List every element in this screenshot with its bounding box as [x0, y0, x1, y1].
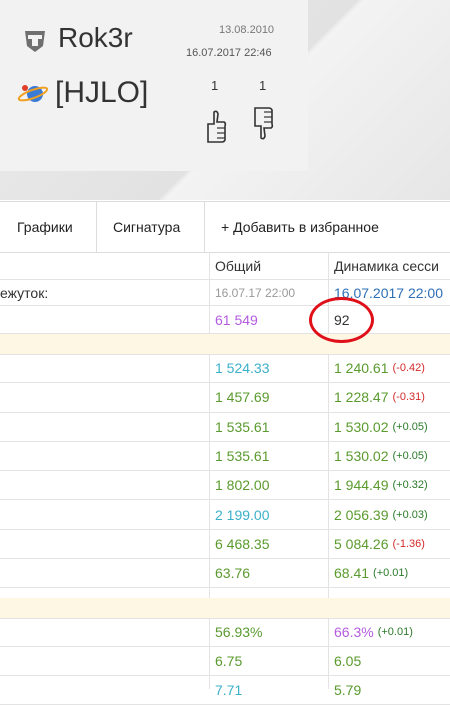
- table-row: 1 457.69 1 228.47 (-0.31): [0, 383, 450, 413]
- period-row: ежуток: 16.07.17 22:00 16.07.2017 22:00: [0, 280, 450, 306]
- cell-session: 1 228.47 (-0.31): [334, 383, 425, 411]
- table-row: 56.93% 66.3% (+0.01): [0, 618, 450, 647]
- cell-total: 63.76: [215, 565, 251, 582]
- section-divider-row: [0, 598, 450, 619]
- table-row: 1 802.00 1 944.49 (+0.32): [0, 471, 450, 501]
- session-delta: (+0.05): [392, 420, 428, 433]
- session-value: 68.41: [334, 565, 370, 582]
- cell-total: 56.93%: [215, 624, 263, 640]
- cell-total: 1 457.69: [215, 389, 270, 406]
- profile-card: Rok3r [HJLO] 13.08.2010 16.07.2017 22:46…: [0, 0, 308, 171]
- session-value: 5.79: [334, 682, 362, 698]
- cell-session: 1 240.61 (-0.42): [334, 354, 425, 382]
- period-label: ежуток:: [0, 284, 49, 301]
- tab-divider: [204, 202, 205, 252]
- last-battle-date: 16.07.2017 22:46: [186, 47, 272, 59]
- cell-total: 1 802.00: [215, 477, 270, 494]
- cell-session: 68.41 (+0.01): [334, 559, 408, 587]
- session-delta: (+0.01): [377, 626, 413, 638]
- table-row: 7.71 5.79: [0, 676, 450, 705]
- header-total: Общий: [215, 257, 262, 274]
- cell-total: 6.75: [215, 653, 243, 669]
- cell-total: 2 199.00: [215, 506, 270, 523]
- session-value: 2 056.39: [334, 506, 389, 523]
- annotation-circle: [309, 297, 374, 343]
- cell-session: 5 084.26 (-1.36): [334, 530, 425, 558]
- player-name: Rok3r: [58, 22, 133, 53]
- session-value: 5 084.26: [334, 535, 389, 552]
- cell-session: 2 056.39 (+0.03): [334, 501, 428, 529]
- table-row: 1 535.61 1 530.02 (+0.05): [0, 442, 450, 472]
- period-total: 16.07.17 22:00: [215, 285, 296, 300]
- cell-session: 1 530.02 (+0.05): [334, 413, 428, 441]
- cell-session: 1 530.02 (+0.05): [334, 442, 428, 470]
- session-delta: (+0.03): [392, 508, 428, 521]
- session-value: 6.05: [334, 653, 362, 669]
- cell-session: 1 944.49 (+0.32): [334, 471, 428, 499]
- session-value: 1 240.61: [334, 360, 389, 377]
- thumbs-down-icon[interactable]: [251, 106, 275, 142]
- session-delta: (+0.05): [392, 450, 428, 463]
- table-row: 1 535.61 1 530.02 (+0.05): [0, 413, 450, 442]
- session-delta: (-0.31): [392, 391, 425, 404]
- cell-total: 6 468.35: [215, 535, 270, 552]
- profile-tabs: Графики Сигнатура + Добавить в избранное: [0, 201, 450, 253]
- table-row: 6 468.35 5 084.26 (-1.36): [0, 530, 450, 560]
- registration-date: 13.08.2010: [219, 24, 275, 36]
- session-delta: (+0.01): [373, 567, 409, 580]
- thumbs-up-icon[interactable]: [204, 108, 228, 144]
- session-value: 66.3%: [334, 624, 374, 640]
- add-to-favorites-button[interactable]: + Добавить в избранное: [221, 202, 379, 252]
- table-header-row: Общий Динамика сесси: [0, 252, 450, 280]
- header-session[interactable]: Динамика сесси: [334, 252, 439, 279]
- dislike-count: 1: [259, 78, 267, 93]
- cell-session: 66.3% (+0.01): [334, 618, 413, 646]
- session-value: 1 228.47: [334, 389, 389, 406]
- session-value: 1 530.02: [334, 448, 389, 465]
- tab-charts[interactable]: Графики: [17, 202, 73, 252]
- session-delta: (+0.32): [392, 479, 428, 492]
- session-delta: (-0.42): [392, 362, 425, 375]
- table-row: 63.76 68.41 (+0.01): [0, 559, 450, 589]
- cell-total: 7.71: [215, 682, 243, 698]
- cell-session: 6.05: [334, 647, 361, 675]
- tab-signature[interactable]: Сигнатура: [113, 202, 180, 252]
- battles-row: 61 549 92: [0, 306, 450, 334]
- cell-total: 1 535.61: [215, 448, 270, 465]
- cell-total: 1 524.33: [215, 360, 270, 377]
- clan-emblem-icon: [17, 85, 49, 102]
- session-value: 1 530.02: [334, 418, 389, 435]
- session-value: 1 944.49: [334, 477, 389, 494]
- cell-total: 1 535.61: [215, 418, 270, 435]
- battles-total: 61 549: [215, 311, 258, 328]
- table-row: 1 524.33 1 240.61 (-0.42): [0, 354, 450, 384]
- like-count: 1: [211, 78, 219, 93]
- cell-session: 5.79: [334, 676, 361, 704]
- tab-divider: [96, 202, 97, 252]
- clan-tag: [HJLO]: [55, 76, 149, 109]
- table-row: 6.75 6.05: [0, 647, 450, 676]
- wot-tank-icon: [25, 31, 45, 52]
- table-row: 2 199.00 2 056.39 (+0.03): [0, 501, 450, 530]
- section-divider-row: [0, 334, 450, 355]
- session-delta: (-1.36): [392, 537, 425, 550]
